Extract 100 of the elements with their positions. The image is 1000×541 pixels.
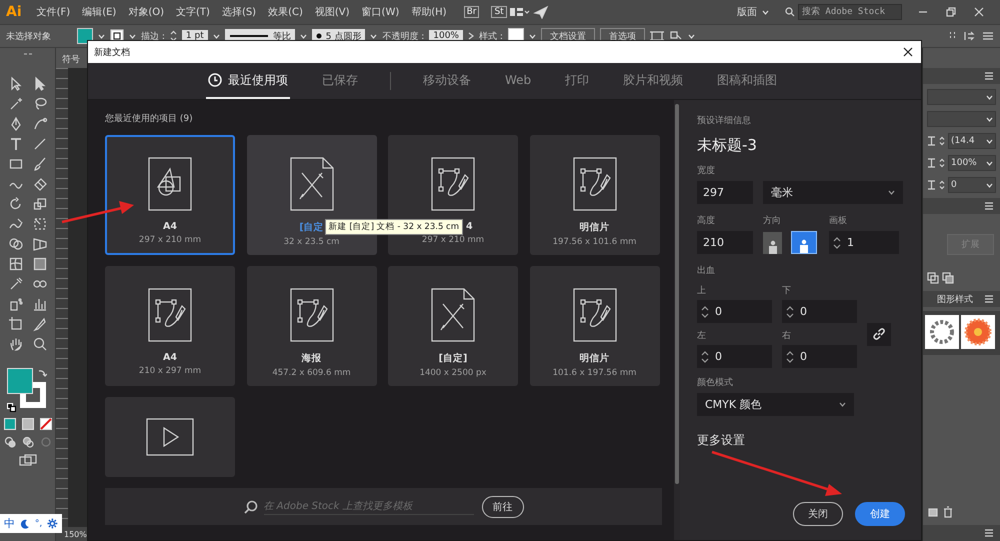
- document-name[interactable]: 未标题-3: [697, 136, 905, 155]
- artboard-icon[interactable]: [8, 316, 24, 332]
- scrollbar-thumb[interactable]: [675, 104, 679, 484]
- stepper-icon[interactable]: [170, 30, 177, 42]
- caret-icon[interactable]: [888, 190, 895, 195]
- menu-item[interactable]: 视图(V): [310, 5, 355, 19]
- menu-item[interactable]: 选择(S): [216, 5, 262, 19]
- menu-icon[interactable]: [984, 72, 994, 80]
- transform-icon[interactable]: [668, 30, 683, 42]
- template-card[interactable]: A4 297 x 210 mm: [105, 135, 235, 255]
- screen-mode-icon[interactable]: [18, 454, 36, 466]
- zoom-icon[interactable]: [32, 336, 48, 352]
- bleed-field[interactable]: 0: [782, 345, 857, 368]
- arrange-icon[interactable]: [963, 30, 977, 42]
- height-field[interactable]: 210: [697, 231, 753, 254]
- bridge-button[interactable]: Br: [464, 6, 480, 18]
- dropdown-field[interactable]: (14.4: [948, 133, 996, 149]
- draw-behind-icon[interactable]: [22, 436, 34, 448]
- menu-item[interactable]: 对象(O): [123, 5, 170, 19]
- punctuation-mode-label[interactable]: °,: [34, 518, 42, 528]
- template-card[interactable]: 海报 457.2 x 609.6 mm: [246, 266, 376, 386]
- settings-icon[interactable]: [47, 518, 58, 529]
- dialog-tab[interactable]: Web: [503, 63, 534, 99]
- template-card[interactable]: A4 210 x 297 mm: [105, 266, 235, 386]
- knife-icon[interactable]: [32, 316, 48, 332]
- template-card[interactable]: [自定] 1400 x 2500 px: [388, 266, 518, 386]
- menu-icon[interactable]: [982, 31, 994, 41]
- stepper-icon[interactable]: [786, 304, 794, 318]
- align-icon[interactable]: [650, 30, 664, 42]
- menu-item[interactable]: 文件(F): [32, 5, 76, 19]
- flower-thumbnail[interactable]: [961, 315, 995, 349]
- menu-icon[interactable]: [984, 295, 994, 303]
- stepper-icon[interactable]: [701, 350, 709, 364]
- stepper-icon[interactable]: [833, 236, 841, 250]
- width-field[interactable]: 297: [697, 181, 753, 204]
- stock-search-field[interactable]: 在 Adobe Stock 上查找更多模板: [264, 498, 474, 514]
- dropdown-field[interactable]: 0: [948, 177, 996, 193]
- ring-thumbnail[interactable]: [925, 315, 959, 349]
- dropdown-field[interactable]: 100%: [948, 155, 996, 171]
- bleed-field[interactable]: 0: [782, 300, 857, 323]
- color-mode-icon[interactable]: [4, 418, 16, 430]
- chevron-right-icon[interactable]: [468, 32, 474, 40]
- spray-can-icon[interactable]: [8, 296, 24, 312]
- gradient-icon[interactable]: [32, 256, 48, 272]
- stock-button[interactable]: St: [491, 6, 507, 18]
- menu-item[interactable]: 效果(C): [263, 5, 308, 19]
- moon-icon[interactable]: [20, 518, 30, 528]
- overlap-icon[interactable]: [942, 272, 954, 284]
- artboards-field[interactable]: 1: [829, 231, 899, 254]
- portrait-button[interactable]: [763, 232, 782, 254]
- bleed-field[interactable]: 0: [697, 300, 772, 323]
- fill-color-swatch[interactable]: [6, 368, 32, 394]
- close-button[interactable]: 关闭: [793, 502, 843, 526]
- gradient-mode-icon[interactable]: [22, 418, 34, 430]
- hand-icon[interactable]: [8, 336, 24, 352]
- color-mode-dropdown[interactable]: CMYK 颜色: [697, 393, 854, 416]
- workspace-dropdown[interactable]: 版面: [731, 4, 775, 20]
- dropdown-field[interactable]: [927, 89, 996, 105]
- zoom-level[interactable]: 150%: [64, 530, 87, 538]
- template-card[interactable]: [105, 397, 235, 477]
- menu-item[interactable]: 窗口(W): [356, 5, 404, 19]
- shape-builder-icon[interactable]: [8, 236, 24, 252]
- menu-item[interactable]: 文字(T): [171, 5, 215, 19]
- input-mode-label[interactable]: 中: [4, 516, 15, 531]
- layout-grid-icon[interactable]: [508, 6, 531, 18]
- menu-item[interactable]: 帮助(H): [406, 5, 452, 19]
- default-colors-icon[interactable]: [6, 403, 16, 412]
- swap-arrow-icon[interactable]: [38, 368, 46, 377]
- dialog-tab[interactable]: 打印: [563, 63, 592, 99]
- fill-swatch[interactable]: [77, 28, 93, 44]
- perspective-grid-icon[interactable]: [32, 236, 48, 252]
- free-transform-icon[interactable]: [32, 216, 48, 232]
- scrollbar[interactable]: [674, 100, 680, 540]
- rocket-icon[interactable]: [532, 5, 549, 19]
- create-button[interactable]: 创建: [855, 502, 905, 526]
- template-card[interactable]: 明信片 197.56 x 101.6 mm: [530, 135, 660, 255]
- stepper-icon[interactable]: [701, 304, 709, 318]
- template-card[interactable]: 明信片 101.6 x 197.56 mm: [530, 266, 660, 386]
- dialog-tab[interactable]: 胶片和视频: [621, 63, 686, 99]
- landscape-button[interactable]: [792, 232, 816, 252]
- dropdown-field[interactable]: [927, 111, 996, 127]
- layers-icon[interactable]: [927, 272, 939, 284]
- search-field[interactable]: 搜索 Adobe Stock: [798, 4, 902, 20]
- bleed-field[interactable]: 0: [697, 345, 772, 368]
- stepper-icon[interactable]: [786, 350, 794, 364]
- paintbrush-icon[interactable]: [32, 156, 48, 172]
- curved-pen-icon[interactable]: [32, 116, 48, 132]
- grid-dots-icon[interactable]: [948, 31, 958, 41]
- close-icon[interactable]: [903, 47, 913, 57]
- go-button[interactable]: 前往: [482, 496, 524, 518]
- menu-icon[interactable]: [984, 202, 994, 210]
- dialog-tab[interactable]: 移动设备: [421, 63, 473, 99]
- none-mode-icon[interactable]: [40, 418, 52, 430]
- menu-item[interactable]: 编辑(E): [77, 5, 122, 19]
- more-settings-link[interactable]: 更多设置: [697, 432, 905, 449]
- eraser-icon[interactable]: [32, 176, 48, 192]
- dialog-tab[interactable]: 图稿和插图: [715, 63, 780, 99]
- draw-normal-icon[interactable]: [4, 436, 16, 448]
- rotate-icon[interactable]: [8, 196, 24, 212]
- link-button[interactable]: [867, 322, 891, 346]
